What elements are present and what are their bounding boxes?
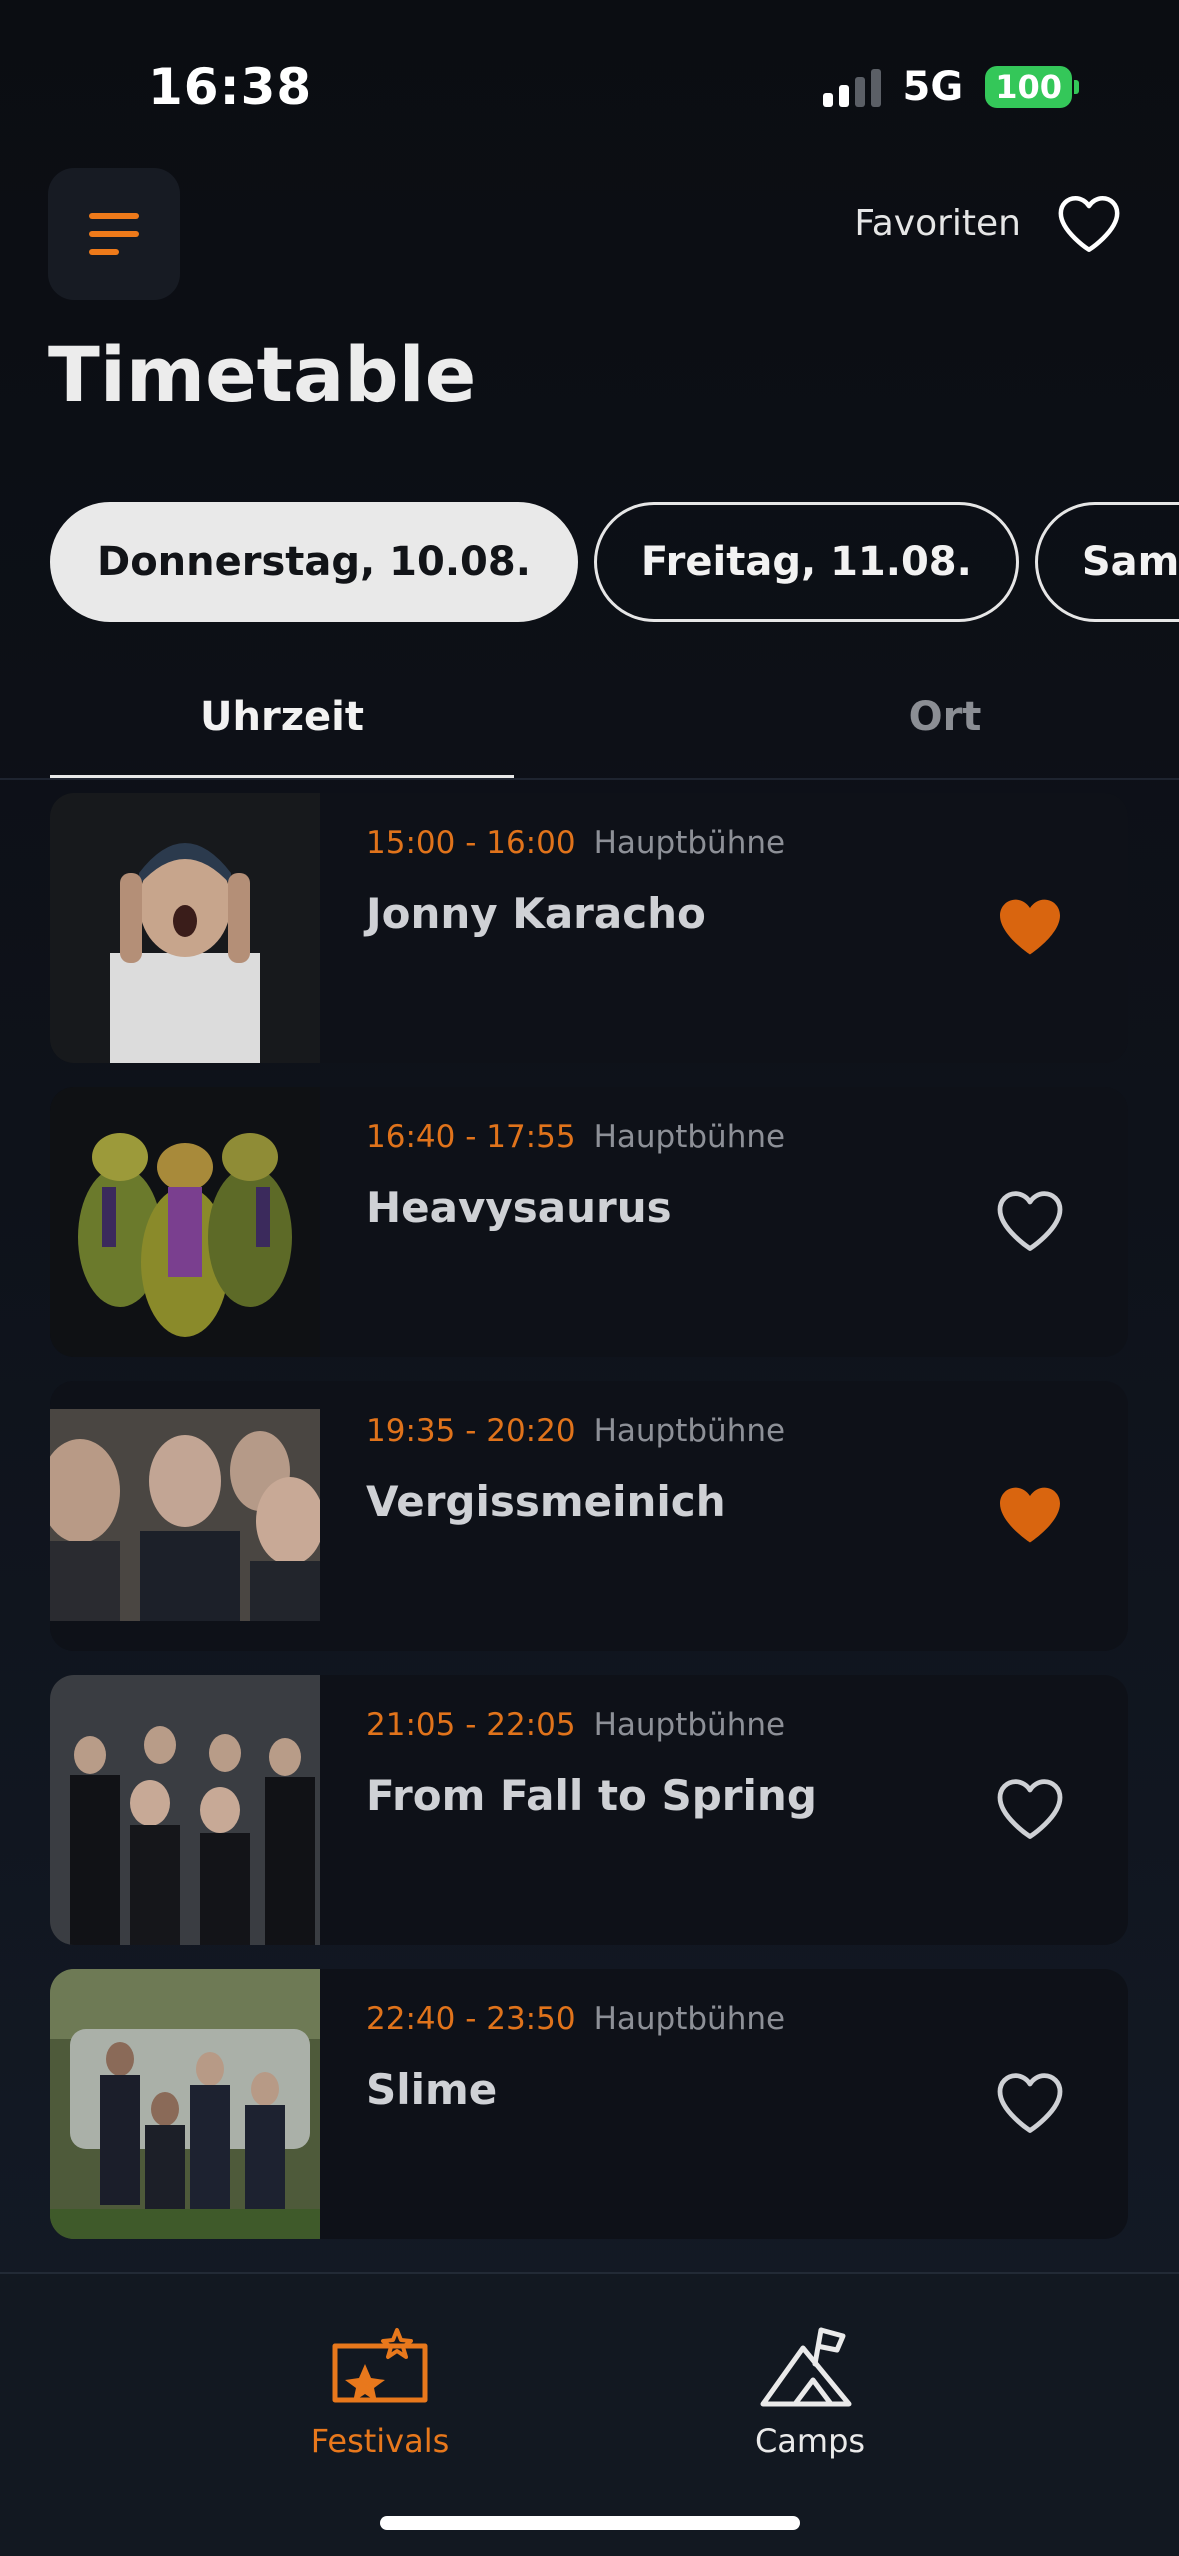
- tab-ort[interactable]: Ort: [710, 694, 1179, 740]
- signal-icon: [822, 67, 881, 107]
- performance-card[interactable]: 22:40 - 23:50 Hauptbühne Slime: [50, 1969, 1128, 2239]
- nav-camps-label: Camps: [754, 2422, 866, 2460]
- bottom-navigation: Festivals Camps: [0, 2272, 1179, 2556]
- performance-artist: Vergissmeinich: [366, 1477, 726, 1526]
- performance-time: 21:05 - 22:05 Hauptbühne: [366, 1707, 786, 1743]
- home-indicator[interactable]: [380, 2516, 800, 2530]
- performance-stage: Hauptbühne: [593, 825, 786, 861]
- artist-photo: [50, 1969, 320, 2239]
- nav-festivals-label: Festivals: [310, 2422, 450, 2460]
- performance-artist: From Fall to Spring: [366, 1771, 817, 1820]
- day-selector: Donnerstag, 10.08. Freitag, 11.08. Samst…: [50, 502, 1179, 622]
- performance-stage: Hauptbühne: [593, 1413, 786, 1449]
- day-chip-friday[interactable]: Freitag, 11.08.: [593, 502, 1019, 622]
- performance-card[interactable]: 15:00 - 16:00 Hauptbühne Jonny Karacho: [50, 793, 1128, 1063]
- nav-festivals[interactable]: Festivals: [260, 2324, 500, 2460]
- performance-time: 16:40 - 17:55 Hauptbühne: [366, 1119, 786, 1155]
- artist-photo: [50, 1087, 320, 1357]
- performance-stage: Hauptbühne: [593, 2001, 786, 2037]
- performance-time: 15:00 - 16:00 Hauptbühne: [366, 825, 786, 861]
- performance-artist: Heavysaurus: [366, 1183, 672, 1232]
- hamburger-menu-icon: [89, 213, 139, 219]
- performance-stage: Hauptbühne: [593, 1707, 786, 1743]
- artist-photo: [50, 1675, 320, 1945]
- tabs-divider: [0, 778, 1179, 780]
- performance-stage: Hauptbühne: [593, 1119, 786, 1155]
- performance-artist: Jonny Karacho: [366, 889, 706, 938]
- day-chip-thursday[interactable]: Donnerstag, 10.08.: [50, 502, 578, 622]
- status-indicators: 5G 100: [822, 64, 1079, 110]
- tab-uhrzeit[interactable]: Uhrzeit: [50, 694, 514, 740]
- battery-level: 100: [985, 66, 1072, 108]
- day-chip-saturday[interactable]: Samstag, 12.08.: [1034, 502, 1179, 622]
- performance-card[interactable]: 19:35 - 20:20 Hauptbühne Vergissmeinich: [50, 1381, 1128, 1651]
- artist-photo: [50, 793, 320, 1063]
- tent-flag-icon: [760, 2327, 852, 2407]
- artist-photo: [50, 1381, 320, 1651]
- heart-filled-icon[interactable]: [994, 1481, 1066, 1547]
- performance-artist: Slime: [366, 2065, 498, 2114]
- heart-filled-icon[interactable]: [994, 893, 1066, 959]
- menu-button[interactable]: [48, 168, 180, 300]
- festival-ticket-icon: [332, 2328, 428, 2403]
- heart-outline-icon: [1058, 195, 1120, 253]
- heart-outline-icon[interactable]: [994, 1187, 1066, 1253]
- performance-card[interactable]: 16:40 - 17:55 Hauptbühne Heavysaurus: [50, 1087, 1128, 1357]
- performance-card[interactable]: 21:05 - 22:05 Hauptbühne From Fall to Spr…: [50, 1675, 1128, 1945]
- heart-outline-icon[interactable]: [994, 2069, 1066, 2135]
- status-time: 16:38: [148, 58, 313, 116]
- favorites-label: Favoriten: [854, 202, 1021, 244]
- heart-outline-icon[interactable]: [994, 1775, 1066, 1841]
- battery-icon: 100: [985, 66, 1079, 108]
- nav-camps[interactable]: Camps: [690, 2324, 930, 2460]
- network-type: 5G: [902, 64, 964, 110]
- timetable-screen: 16:38 5G 100 Favoriten Timetable Donners…: [0, 0, 1179, 2556]
- favorites-button[interactable]: Favoriten: [854, 192, 1123, 254]
- view-tabs: Uhrzeit Ort: [0, 680, 1179, 780]
- performance-time: 22:40 - 23:50 Hauptbühne: [366, 2001, 786, 2037]
- page-title: Timetable: [48, 330, 477, 419]
- performance-time: 19:35 - 20:20 Hauptbühne: [366, 1413, 786, 1449]
